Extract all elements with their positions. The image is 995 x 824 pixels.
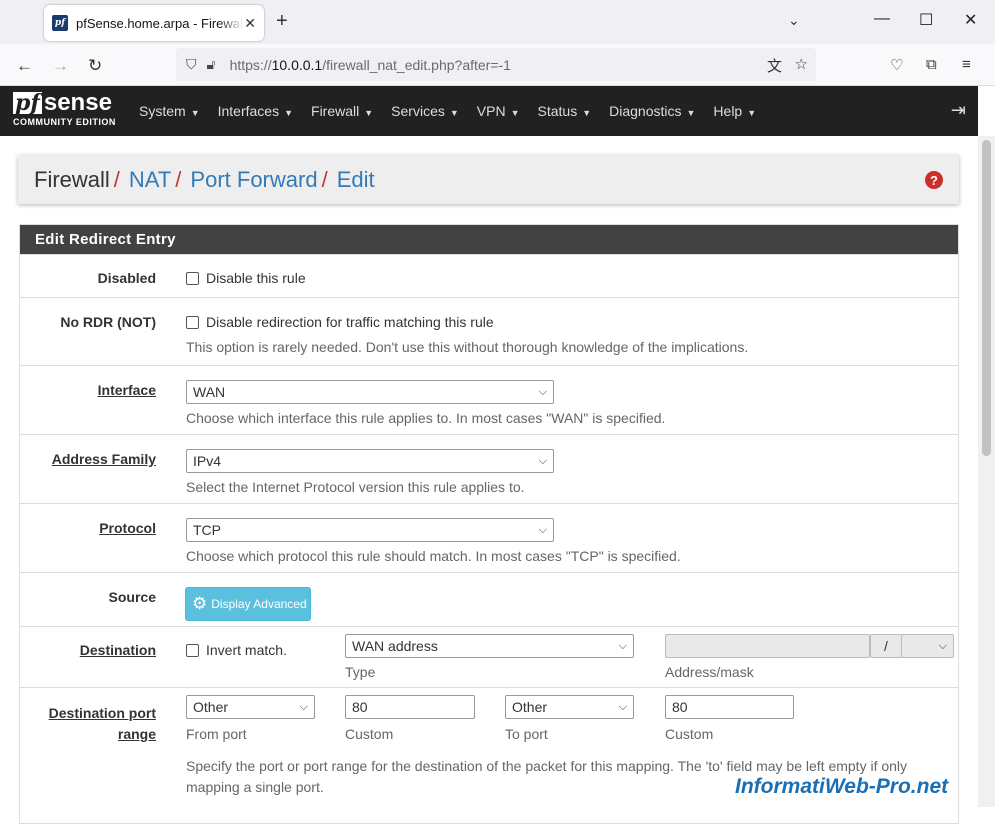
help-question-icon[interactable]: ? xyxy=(925,171,943,189)
tab-title: pfSense.home.arpa - Firewall: NAT: Port … xyxy=(76,15,244,31)
chevron-down-icon: ⌵ xyxy=(299,701,308,713)
destination-address-input[interactable] xyxy=(665,634,870,658)
menu-vpn[interactable]: VPN ▼ xyxy=(468,86,529,136)
menu-diagnostics[interactable]: Diagnostics ▼ xyxy=(600,86,704,136)
mask-separator: / xyxy=(870,634,902,658)
address-bar[interactable]: ⛉ 🔓︎ https://10.0.0.1/firewall_nat_edit.… xyxy=(176,48,816,81)
edit-redirect-panel: Edit Redirect Entry Disabled Disable thi… xyxy=(19,224,959,824)
breadcrumb-firewall: Firewall xyxy=(34,166,110,192)
from-port-custom-input[interactable]: 80 xyxy=(345,695,475,719)
caret-down-icon: ▼ xyxy=(284,108,294,118)
chevron-down-icon: ⌵ xyxy=(538,524,547,536)
destination-mask-select[interactable]: ⌵ xyxy=(901,634,954,658)
panel-title: Edit Redirect Entry xyxy=(20,225,958,254)
nordr-help: This option is rarely needed. Don't use … xyxy=(186,339,749,355)
chevron-down-icon: ⌵ xyxy=(618,701,627,713)
main-menu: System ▼ Interfaces ▼ Firewall ▼ Services ▼ … xyxy=(130,86,765,136)
browser-toolbar: ← → ↻ ⛉ 🔓︎ https://10.0.0.1/firewall_nat… xyxy=(0,44,995,86)
browser-tab-bar: pf pfSense.home.arpa - Firewall: NAT: Po… xyxy=(0,0,995,44)
pfsense-favicon-icon: pf xyxy=(52,15,68,31)
destination-type-select[interactable]: WAN address ⌵ xyxy=(345,634,634,658)
row-interface: Interface WAN ⌵ Choose which interface th… xyxy=(20,365,958,434)
caret-down-icon: ▼ xyxy=(510,108,520,118)
translate-icon[interactable]: 文 xyxy=(767,55,782,76)
shield-icon[interactable]: ⛉ xyxy=(186,56,197,73)
close-window-icon[interactable]: ✕ xyxy=(964,10,977,30)
row-protocol: Protocol TCP ⌵ Choose which protocol this… xyxy=(20,503,958,572)
gear-icon: ⚙ xyxy=(192,594,208,613)
watermark-logo: InformatiWeb-Pro.net xyxy=(735,775,949,798)
scrollbar-thumb[interactable] xyxy=(982,140,991,456)
row-address-family: Address Family IPv4 ⌵ Select the Internet… xyxy=(20,434,958,503)
logout-icon[interactable]: ⇥ xyxy=(951,100,966,121)
bookmark-star-icon[interactable]: ☆ xyxy=(795,55,808,73)
row-destination: Destination Invert match. WAN address ⌵ T… xyxy=(20,626,958,687)
browser-tab[interactable]: pf pfSense.home.arpa - Firewall: NAT: Po… xyxy=(44,5,264,41)
breadcrumb-port-forward[interactable]: Port Forward xyxy=(190,167,317,193)
menu-status[interactable]: Status ▼ xyxy=(529,86,601,136)
url-text: https://10.0.0.1/firewall_nat_edit.php?a… xyxy=(229,56,511,73)
new-tab-icon[interactable]: + xyxy=(276,11,288,31)
dest-port-help-line2: mapping a single port. xyxy=(186,779,324,795)
row-source: Source ⚙ Display Advanced xyxy=(20,572,958,626)
minimize-icon[interactable]: — xyxy=(874,10,890,28)
pfsense-navbar: pf sense COMMUNITY EDITION System ▼ Inter… xyxy=(0,86,978,136)
chevron-down-icon: ⌵ xyxy=(538,386,547,398)
caret-down-icon: ▼ xyxy=(686,108,696,118)
caret-down-icon: ▼ xyxy=(190,108,200,118)
disable-redirection-checkbox[interactable]: Disable redirection for traffic matching… xyxy=(186,314,494,330)
display-advanced-button[interactable]: ⚙ Display Advanced xyxy=(185,587,311,621)
to-port-select[interactable]: Other ⌵ xyxy=(505,695,634,719)
invert-match-checkbox[interactable]: Invert match. xyxy=(186,642,287,658)
dest-port-help-line1: Specify the port or port range for the d… xyxy=(186,758,908,774)
hamburger-menu-icon[interactable]: ≡ xyxy=(962,56,971,73)
caret-down-icon: ▼ xyxy=(582,108,592,118)
checkbox-icon[interactable] xyxy=(186,272,199,285)
row-disabled: Disabled Disable this rule xyxy=(20,254,958,297)
interface-select[interactable]: WAN ⌵ xyxy=(186,380,554,404)
checkbox-icon[interactable] xyxy=(186,316,199,329)
breadcrumb-edit[interactable]: Edit xyxy=(337,167,375,193)
address-family-help: Select the Internet Protocol version thi… xyxy=(186,479,525,495)
caret-down-icon: ▼ xyxy=(747,108,757,118)
chevron-down-icon: ⌵ xyxy=(538,455,547,467)
pfsense-logo[interactable]: pf sense COMMUNITY EDITION xyxy=(13,91,123,127)
protocol-help: Choose which protocol this rule should m… xyxy=(186,548,681,564)
caret-down-icon: ▼ xyxy=(364,108,374,118)
chevron-down-icon: ⌵ xyxy=(618,640,627,652)
to-port-custom-input[interactable]: 80 xyxy=(665,695,794,719)
breadcrumb: Firewall / NAT / Port Forward / Edit ? xyxy=(18,155,959,204)
menu-firewall[interactable]: Firewall ▼ xyxy=(302,86,382,136)
page-scrollbar[interactable] xyxy=(978,136,995,807)
reload-icon[interactable]: ↻ xyxy=(88,56,102,76)
row-nordr: No RDR (NOT) Disable redirection for tra… xyxy=(20,297,958,365)
checkbox-icon[interactable] xyxy=(186,644,199,657)
menu-system[interactable]: System ▼ xyxy=(130,86,209,136)
menu-interfaces[interactable]: Interfaces ▼ xyxy=(209,86,302,136)
close-tab-icon[interactable]: ✕ xyxy=(244,15,256,32)
lock-icon[interactable]: 🔓︎ xyxy=(207,56,216,73)
menu-services[interactable]: Services ▼ xyxy=(382,86,468,136)
maximize-icon[interactable]: ☐ xyxy=(919,10,933,30)
caret-down-icon: ▼ xyxy=(449,108,459,118)
pocket-icon[interactable]: ♡ xyxy=(890,56,903,74)
list-tabs-icon[interactable]: ⌄ xyxy=(788,12,800,29)
chevron-down-icon: ⌵ xyxy=(938,640,947,652)
disable-rule-checkbox[interactable]: Disable this rule xyxy=(186,270,306,286)
menu-help[interactable]: Help ▼ xyxy=(704,86,765,136)
protocol-select[interactable]: TCP ⌵ xyxy=(186,518,554,542)
address-family-select[interactable]: IPv4 ⌵ xyxy=(186,449,554,473)
from-port-select[interactable]: Other ⌵ xyxy=(186,695,315,719)
extensions-icon[interactable]: ⧉ xyxy=(926,56,937,73)
back-icon[interactable]: ← xyxy=(16,56,33,76)
breadcrumb-nat[interactable]: NAT xyxy=(129,167,171,193)
forward-icon[interactable]: → xyxy=(52,56,69,76)
interface-help: Choose which interface this rule applies… xyxy=(186,410,666,426)
